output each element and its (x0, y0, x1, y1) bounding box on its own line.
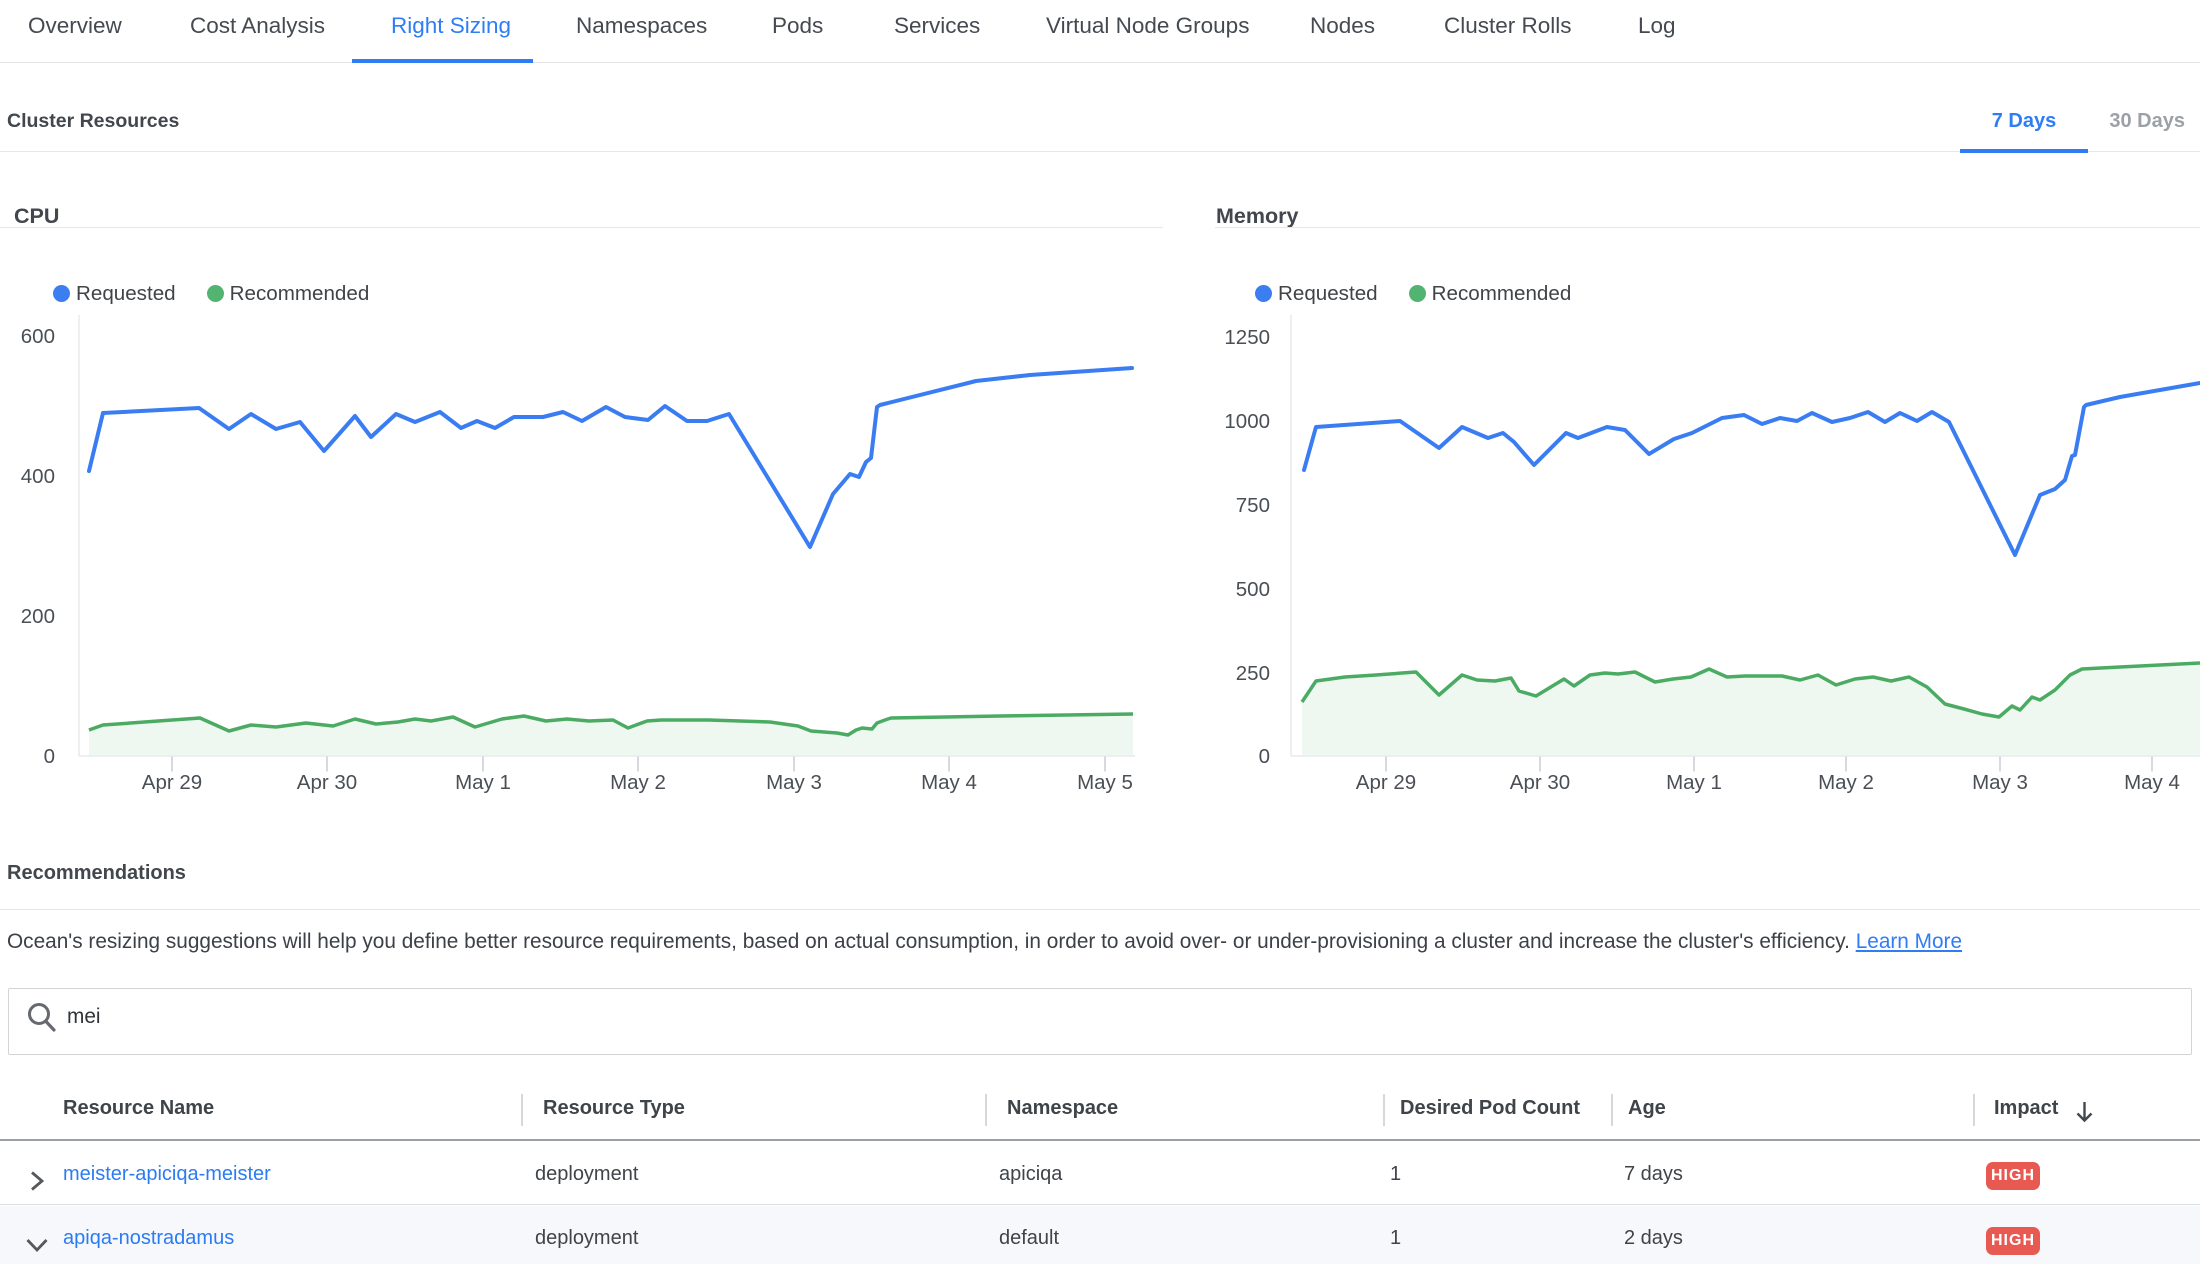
svg-text:Apr 29: Apr 29 (142, 771, 202, 794)
svg-text:0: 0 (1259, 745, 1270, 768)
svg-text:May 5: May 5 (1077, 771, 1133, 794)
svg-text:750: 750 (1236, 494, 1270, 517)
svg-text:May 3: May 3 (1972, 771, 2028, 794)
svg-text:500: 500 (1236, 578, 1270, 601)
svg-text:600: 600 (21, 325, 55, 348)
svg-text:1250: 1250 (1224, 326, 1270, 349)
svg-text:May 4: May 4 (921, 771, 977, 794)
svg-text:May 1: May 1 (455, 771, 511, 794)
svg-text:200: 200 (21, 605, 55, 628)
svg-text:0: 0 (44, 745, 55, 768)
svg-text:1000: 1000 (1224, 410, 1270, 433)
svg-text:May 1: May 1 (1666, 771, 1722, 794)
svg-text:Apr 29: Apr 29 (1356, 771, 1416, 794)
svg-text:May 2: May 2 (1818, 771, 1874, 794)
svg-text:Apr 30: Apr 30 (297, 771, 357, 794)
svg-text:May 2: May 2 (610, 771, 666, 794)
svg-text:250: 250 (1236, 662, 1270, 685)
svg-text:400: 400 (21, 465, 55, 488)
svg-text:Apr 30: Apr 30 (1510, 771, 1570, 794)
svg-text:May 4: May 4 (2124, 771, 2180, 794)
svg-text:May 3: May 3 (766, 771, 822, 794)
